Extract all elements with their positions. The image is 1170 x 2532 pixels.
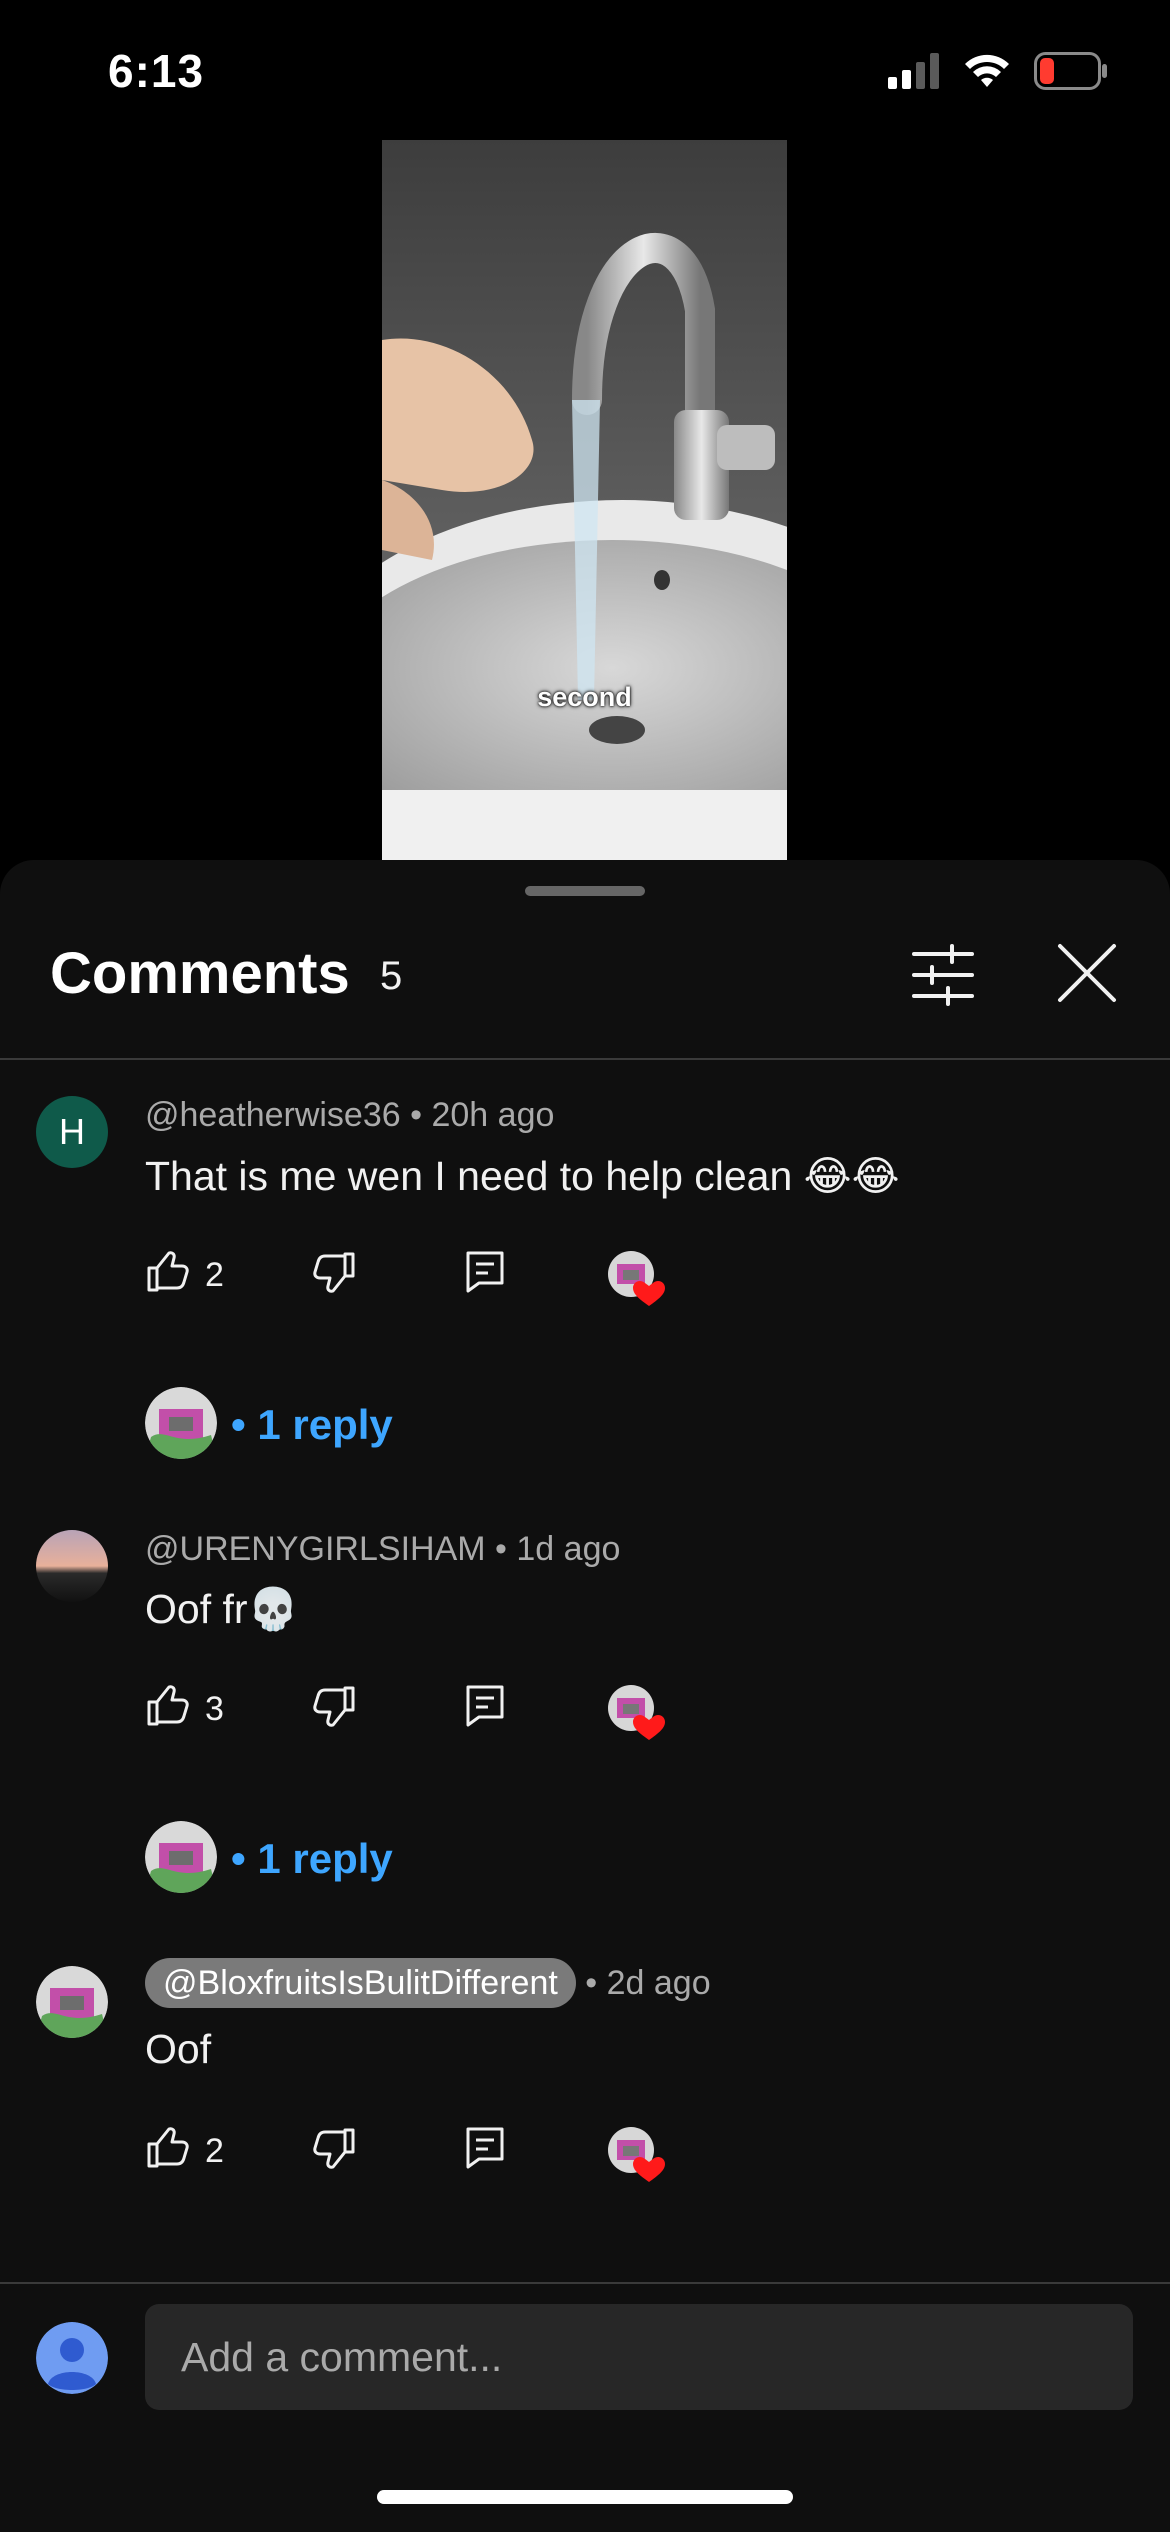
- reply-icon: [466, 2127, 504, 2169]
- header-divider: [0, 1058, 1170, 1060]
- comment-actions: 2: [145, 1250, 745, 1310]
- reply-button[interactable]: [465, 2126, 505, 2175]
- video-player[interactable]: second: [0, 140, 1170, 860]
- battery-icon: [1034, 52, 1107, 90]
- status-time: 6:13: [108, 45, 205, 97]
- comment-age: 2d ago: [606, 1964, 711, 2002]
- signal-icon: [888, 53, 939, 89]
- comment-author[interactable]: @heatherwise36: [145, 1096, 401, 1134]
- reply-avatar: [145, 1821, 217, 1893]
- status-bar: 6:13: [0, 0, 1170, 140]
- close-button[interactable]: [1054, 940, 1120, 1006]
- avatar[interactable]: [36, 1530, 108, 1602]
- dislike-icon: [313, 1686, 355, 1727]
- wifi-icon: [965, 54, 1009, 87]
- comment-actions: 3: [145, 1684, 745, 1744]
- creator-heart: [607, 1684, 665, 1740]
- avatar[interactable]: [36, 1966, 108, 2038]
- drag-handle[interactable]: [525, 886, 645, 896]
- comments-header: Comments 5: [0, 940, 1170, 1040]
- like-button[interactable]: [145, 1250, 189, 1299]
- comment-text: Oof fr💀: [145, 1586, 299, 1632]
- home-indicator[interactable]: [377, 2490, 793, 2504]
- comment-author-chip[interactable]: @BloxfruitsIsBulitDifferent: [145, 1958, 576, 2008]
- reply-button[interactable]: [465, 1250, 505, 1299]
- video-caption: second: [537, 682, 632, 712]
- comment-actions: 2: [145, 2126, 745, 2186]
- comment-text: Oof: [145, 2026, 212, 2072]
- comment-meta: @URENYGIRLSIHAM • 1d ago: [145, 1530, 621, 1568]
- filter-icon: [912, 944, 974, 1006]
- dislike-button[interactable]: [313, 1684, 357, 1733]
- creator-heart: [607, 1250, 665, 1306]
- comment-text: That is me wen I need to help clean 😂😂: [145, 1153, 900, 1199]
- user-avatar: [36, 2322, 108, 2394]
- like-count: 2: [205, 1256, 224, 1294]
- avatar[interactable]: H: [36, 1096, 108, 1168]
- like-count: 2: [205, 2132, 224, 2170]
- comment-input[interactable]: [145, 2304, 1133, 2410]
- composer-divider: [0, 2282, 1170, 2284]
- comments-title: Comments: [50, 941, 350, 1006]
- comments-sheet: Comments 5 H @heatherwise36 • 20h ago Th…: [0, 860, 1170, 2532]
- comment-meta: @heatherwise36 • 20h ago: [145, 1096, 555, 1134]
- avatar-letter: H: [59, 1111, 85, 1152]
- like-button[interactable]: [145, 1684, 189, 1733]
- close-icon: [1058, 944, 1116, 1002]
- reply-button[interactable]: [465, 1684, 505, 1733]
- dislike-icon: [313, 1252, 355, 1293]
- comment-meta: @BloxfruitsIsBulitDifferent • 2d ago: [145, 1958, 711, 2008]
- user-icon: [36, 2322, 108, 2394]
- dislike-icon: [313, 2128, 355, 2169]
- comment-composer[interactable]: [145, 2304, 1133, 2410]
- reply-icon: [466, 1685, 504, 1727]
- dislike-button[interactable]: [313, 2126, 357, 2175]
- comment-age: 20h ago: [431, 1096, 555, 1134]
- like-count: 3: [205, 1690, 224, 1728]
- comments-count: 5: [380, 954, 403, 998]
- reply-avatar: [145, 1387, 217, 1459]
- dislike-button[interactable]: [313, 1250, 357, 1299]
- sink-faucet-image: [382, 140, 787, 860]
- like-icon: [147, 1685, 189, 1726]
- like-icon: [147, 2127, 189, 2168]
- creator-heart: [607, 2126, 665, 2182]
- status-icons: [888, 52, 1108, 90]
- like-icon: [147, 1251, 189, 1292]
- comment-author[interactable]: @URENYGIRLSIHAM: [145, 1530, 486, 1568]
- video-frame[interactable]: second: [382, 140, 787, 860]
- reply-icon: [466, 1251, 504, 1293]
- filter-button[interactable]: [908, 940, 978, 1010]
- reply-count: 1 reply: [257, 1835, 393, 1882]
- like-button[interactable]: [145, 2126, 189, 2175]
- reply-count: 1 reply: [257, 1401, 393, 1448]
- comment-age: 1d ago: [516, 1530, 621, 1568]
